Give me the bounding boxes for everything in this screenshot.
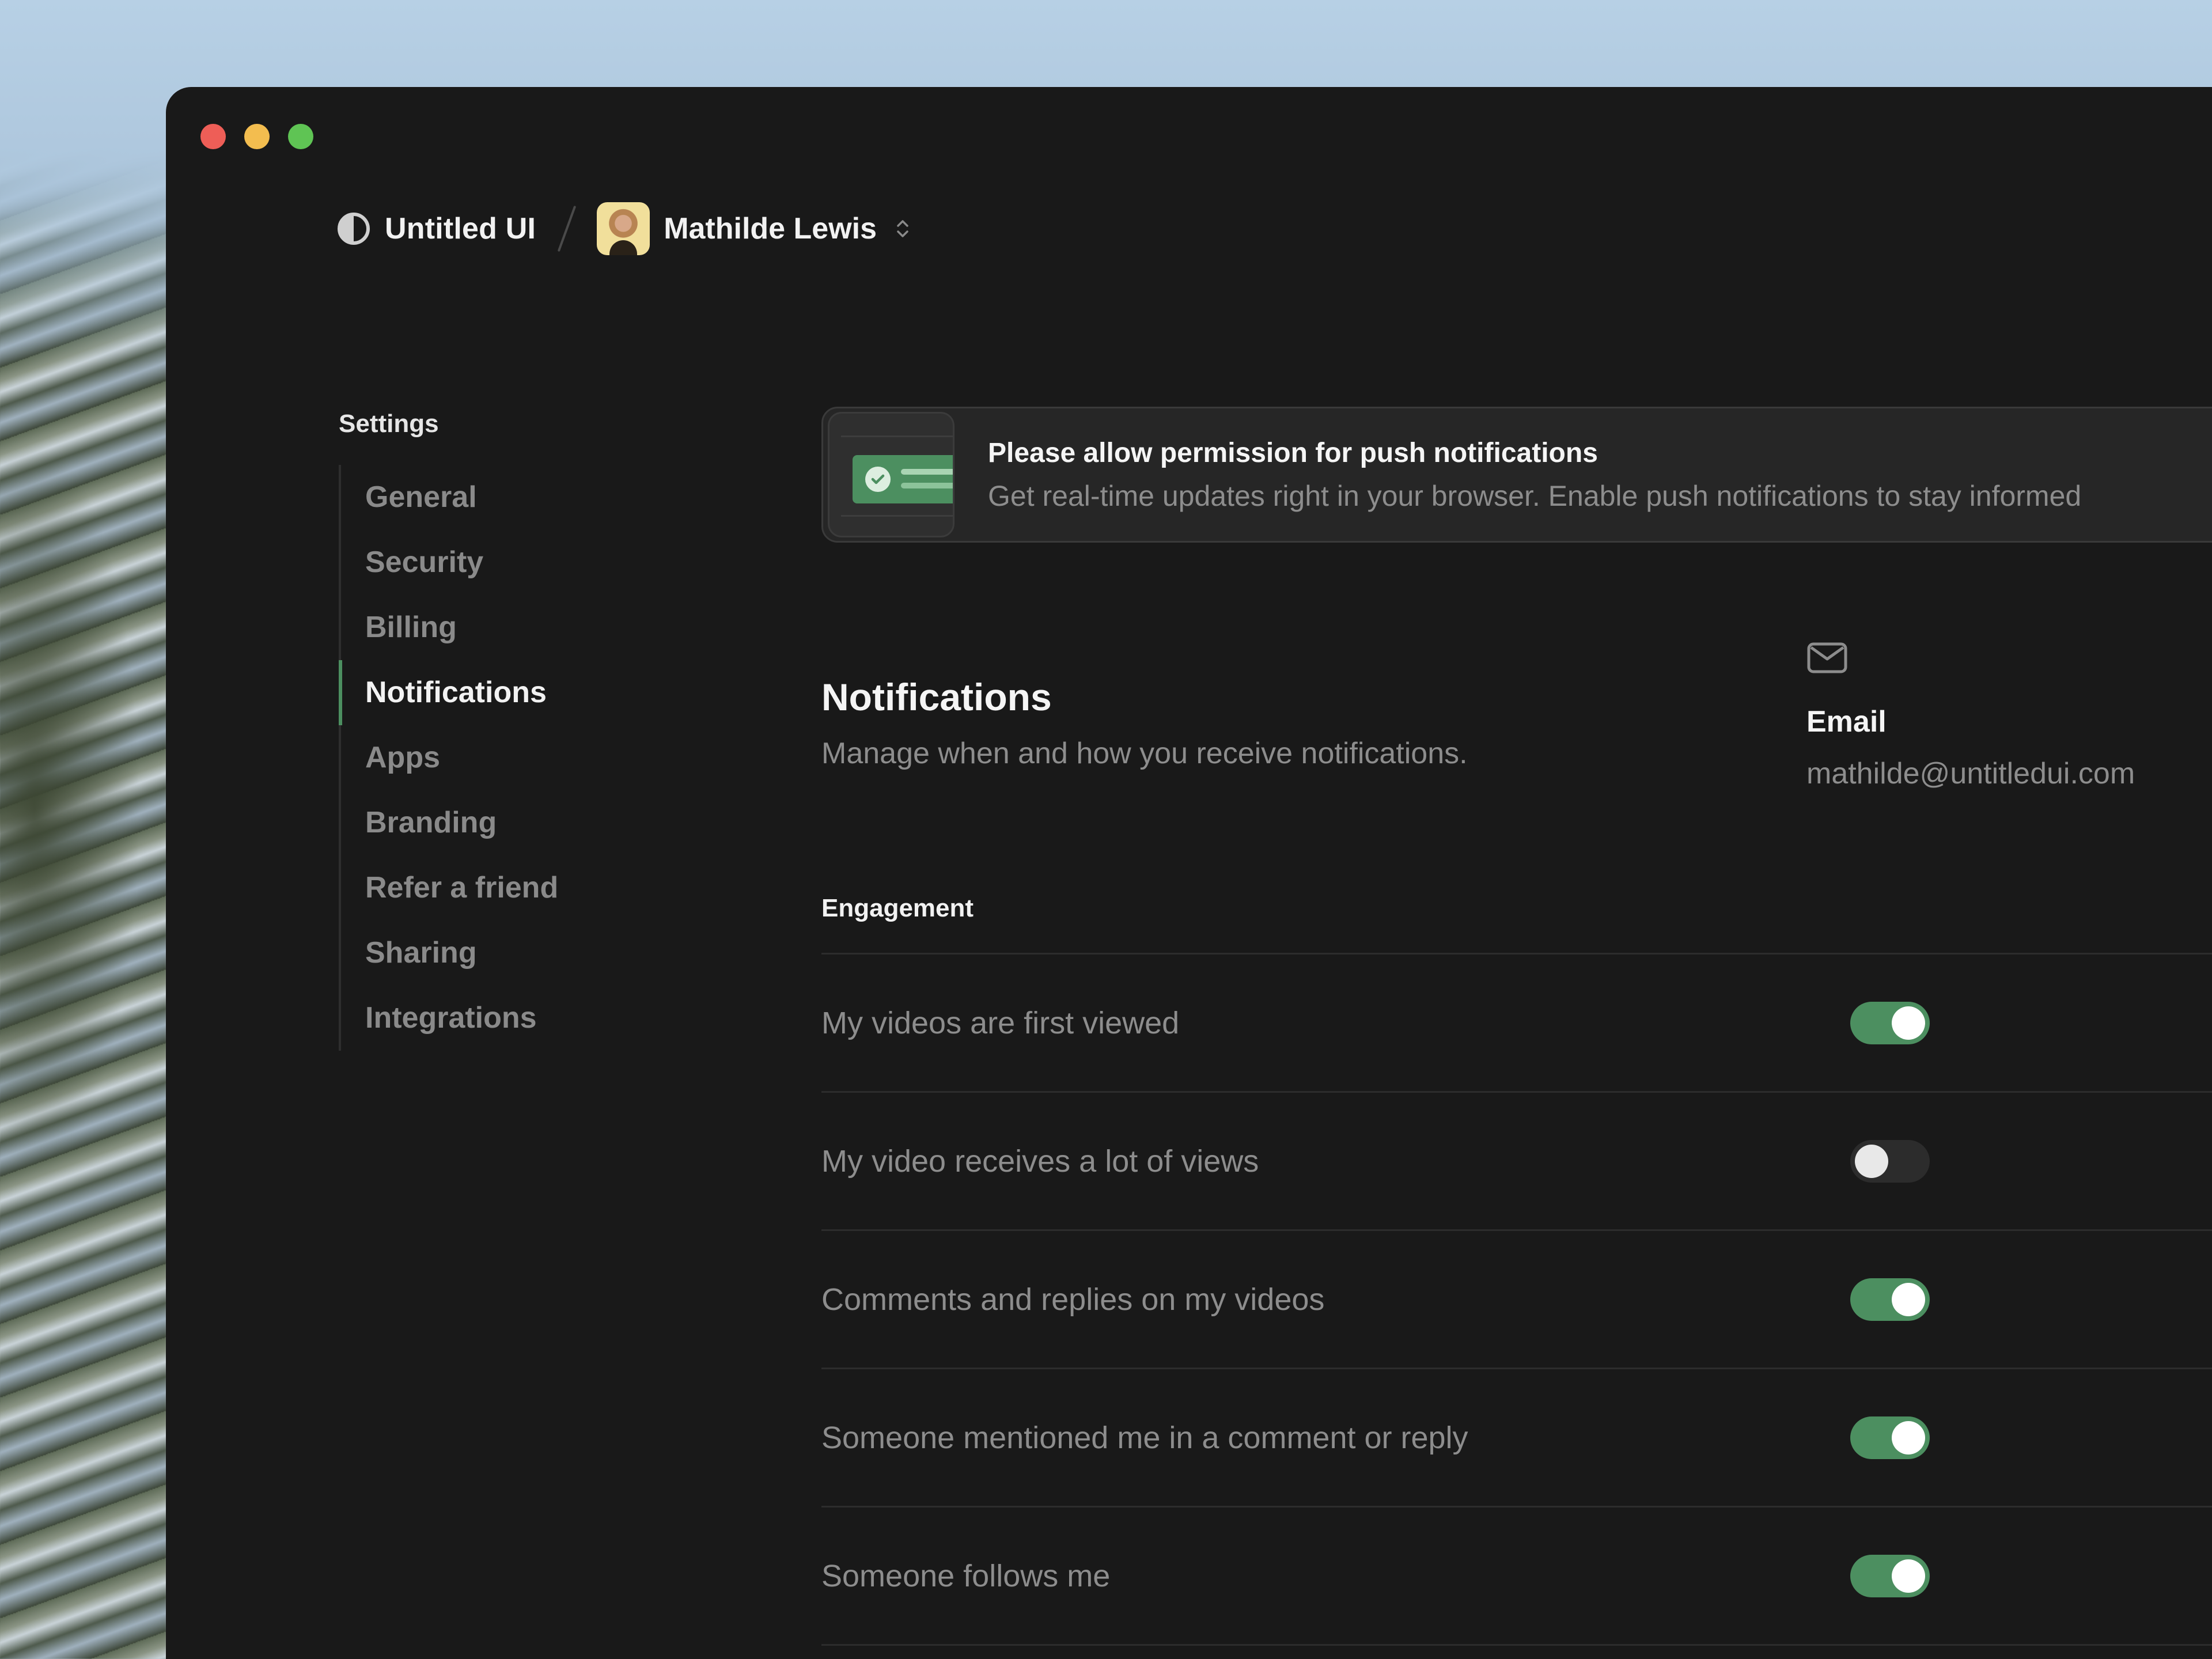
brand-name[interactable]: Untitled UI (385, 211, 536, 246)
sidebar-item-sharing[interactable]: Sharing (341, 921, 638, 986)
toggle-switch[interactable] (1850, 1278, 1930, 1321)
list-item: My video receives a lot of views (821, 1093, 2212, 1231)
setting-label: My video receives a lot of views (821, 1143, 1259, 1179)
engagement-settings-list: My videos are first viewed My video rece… (821, 953, 2212, 1646)
toggle-switch[interactable] (1850, 1139, 1930, 1183)
sidebar-item-notifications[interactable]: Notifications (339, 660, 638, 725)
sidebar-item-integrations[interactable]: Integrations (341, 986, 638, 1051)
settings-sidebar: Settings General Security Billing Notifi… (339, 410, 638, 1051)
setting-label: Comments and replies on my videos (821, 1282, 1325, 1317)
setting-label: Someone mentioned me in a comment or rep… (821, 1420, 1468, 1455)
email-channel: Email mathilde@untitledui.com (1806, 641, 2135, 791)
half-circle-logo-icon (338, 213, 370, 245)
notifications-header: Notifications Manage when and how you re… (821, 642, 2212, 894)
settings-nav: General Security Billing Notifications A… (339, 465, 638, 1051)
avatar (597, 202, 650, 255)
account-switcher-name[interactable]: Mathilde Lewis (664, 211, 877, 246)
list-item: Someone follows me (821, 1508, 2212, 1646)
mail-icon (1806, 641, 2135, 678)
app-window: Untitled UI Mathilde Lewis Settings Gene… (166, 87, 2212, 1659)
banner-title: Please allow permission for push notific… (988, 437, 1598, 468)
breadcrumb: Untitled UI Mathilde Lewis (338, 201, 909, 256)
maximize-window-button[interactable] (288, 124, 313, 149)
breadcrumb-separator (557, 205, 577, 252)
check-circle-icon (865, 467, 891, 492)
push-permission-banner[interactable]: Please allow permission for push notific… (821, 407, 2212, 543)
toggle-switch[interactable] (1850, 1416, 1930, 1459)
setting-label: My videos are first viewed (821, 1005, 1180, 1040)
chevron-up-down-icon[interactable] (896, 219, 909, 238)
sidebar-item-refer-a-friend[interactable]: Refer a friend (341, 855, 638, 921)
close-window-button[interactable] (200, 124, 226, 149)
list-item: Someone mentioned me in a comment or rep… (821, 1369, 2212, 1508)
sidebar-item-billing[interactable]: Billing (341, 595, 638, 660)
window-controls (200, 124, 313, 149)
sidebar-item-branding[interactable]: Branding (341, 790, 638, 855)
sidebar-item-security[interactable]: Security (341, 530, 638, 595)
main-content: Please allow permission for push notific… (821, 407, 2212, 1646)
sidebar-item-general[interactable]: General (341, 465, 638, 530)
list-item: Comments and replies on my videos (821, 1231, 2212, 1369)
email-label: Email (1806, 705, 1887, 738)
banner-subtitle: Get real-time updates right in your brow… (988, 479, 2082, 512)
minimize-window-button[interactable] (244, 124, 270, 149)
sidebar-item-apps[interactable]: Apps (341, 725, 638, 790)
setting-label: Someone follows me (821, 1558, 1111, 1593)
section-heading: Engagement (821, 894, 974, 922)
email-address: mathilde@untitledui.com (1806, 757, 2135, 790)
toggle-switch[interactable] (1850, 1001, 1930, 1044)
toggle-switch[interactable] (1850, 1554, 1930, 1597)
sidebar-heading: Settings (339, 410, 439, 438)
list-item: My videos are first viewed (821, 955, 2212, 1093)
notification-illustration-icon (828, 412, 955, 537)
